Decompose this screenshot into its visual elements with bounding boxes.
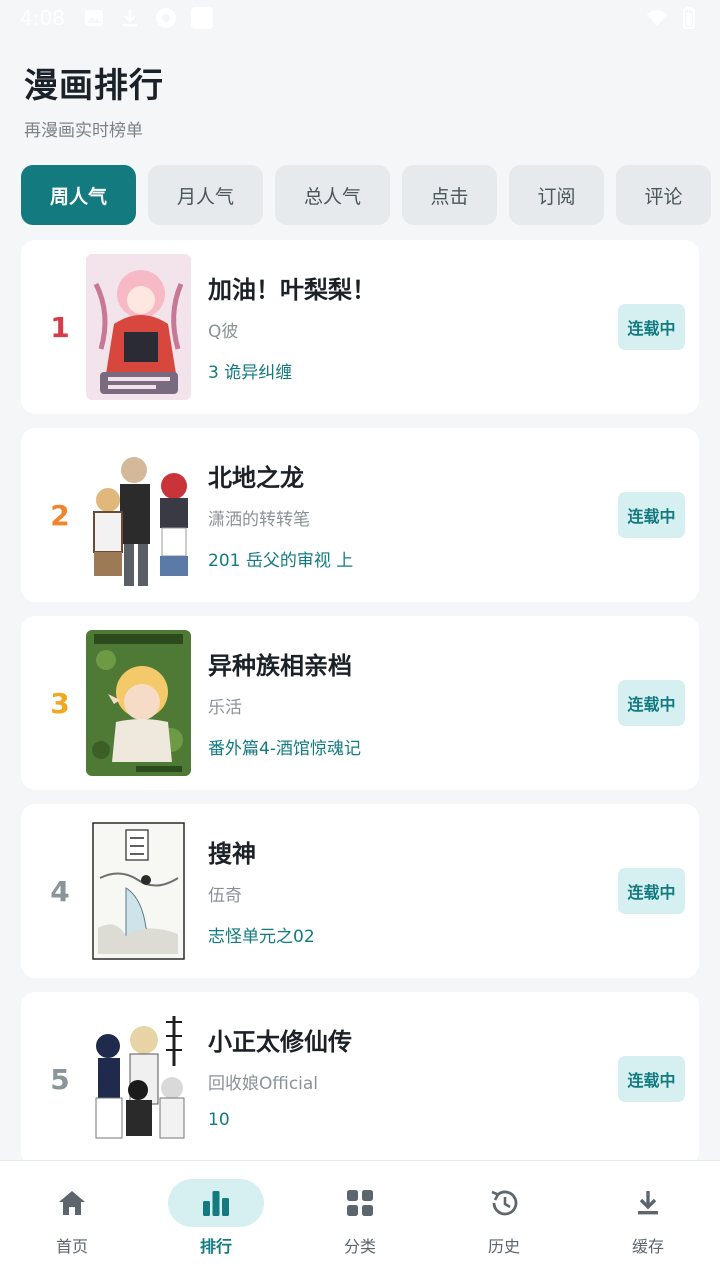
page-title: 漫画排行 [24, 66, 164, 106]
status-badge: 连载中 [618, 1056, 685, 1102]
ranking-tabs: 周人气 月人气 总人气 点击 订阅 评论 [21, 165, 720, 225]
comic-title: 北地之龙 [208, 464, 304, 492]
image-icon [83, 7, 105, 29]
comic-author: 伍奇 [208, 886, 242, 906]
status-badge: 连载中 [618, 304, 685, 350]
download-icon [600, 1179, 696, 1227]
status-icons-left [83, 7, 213, 29]
nav-item-category[interactable]: 分类 [288, 1161, 432, 1280]
tab-weekly-popularity[interactable]: 周人气 [21, 165, 136, 225]
comic-title: 搜神 [208, 840, 256, 868]
bar-chart-icon [168, 1179, 264, 1227]
tab-monthly-popularity[interactable]: 月人气 [148, 165, 263, 225]
latest-chapter[interactable]: 10 [208, 1110, 230, 1130]
comic-author: 乐活 [208, 698, 242, 718]
status-badge: 连载中 [618, 680, 685, 726]
comic-cover-image[interactable] [86, 630, 191, 776]
comic-list-item[interactable]: 5 小正太修仙传 回收娘Official 10 连载中 [21, 992, 699, 1166]
latest-chapter[interactable]: 201 岳父的审视 上 [208, 546, 353, 571]
history-icon [456, 1179, 552, 1227]
latest-chapter[interactable]: 志怪单元之02 [208, 922, 315, 947]
comic-list-item[interactable]: 3 异种族相亲档 乐活 番外篇4-酒馆惊魂记 连载中 [21, 616, 699, 790]
comic-cover-image[interactable] [86, 254, 191, 400]
nav-item-ranking[interactable]: 排行 [144, 1161, 288, 1280]
comic-list-item[interactable]: 4 搜神 伍奇 志怪单元之02 连载中 [21, 804, 699, 978]
grid-icon [312, 1179, 408, 1227]
aperture-icon [155, 7, 177, 29]
comic-author: Q彼 [208, 322, 239, 342]
nav-label: 分类 [343, 1237, 376, 1256]
comic-author: 潇洒的转转笔 [208, 510, 310, 530]
status-badge: 连载中 [618, 868, 685, 914]
nav-item-history[interactable]: 历史 [432, 1161, 576, 1280]
status-bar: 4:08 [0, 0, 720, 36]
tab-subscriptions[interactable]: 订阅 [509, 165, 604, 225]
comic-cover-image[interactable] [86, 818, 191, 964]
nav-item-home[interactable]: 首页 [0, 1161, 144, 1280]
comic-title: 加油！叶梨梨！ [208, 276, 376, 304]
comic-list-item[interactable]: 1 加油！叶梨梨！ Q彼 3 诡异纠缠 连载中 [21, 240, 699, 414]
latest-chapter[interactable]: 番外篇4-酒馆惊魂记 [208, 734, 361, 759]
home-icon [24, 1179, 120, 1227]
status-badge: 连载中 [618, 492, 685, 538]
nav-label: 历史 [487, 1237, 520, 1256]
nav-item-downloads[interactable]: 缓存 [576, 1161, 720, 1280]
comic-title: 异种族相亲档 [208, 652, 352, 680]
tab-comments[interactable]: 评论 [616, 165, 711, 225]
status-time: 4:08 [20, 6, 65, 30]
comic-list-item[interactable]: 2 北地之龙 潇洒的转转笔 201 岳父的审视 上 连载中 [21, 428, 699, 602]
battery-icon [678, 7, 700, 29]
latest-chapter[interactable]: 3 诡异纠缠 [208, 358, 292, 383]
wifi-icon [646, 7, 668, 29]
comic-author: 回收娘Official [208, 1074, 319, 1094]
comic-title: 小正太修仙传 [208, 1028, 352, 1056]
nav-label: 缓存 [631, 1237, 664, 1256]
comic-cover-image[interactable] [86, 442, 191, 588]
bottom-navigation: 首页 排行 分类 历史 缓存 [0, 1160, 720, 1280]
nav-label: 排行 [199, 1237, 232, 1256]
tab-total-popularity[interactable]: 总人气 [275, 165, 390, 225]
comic-cover-image[interactable] [86, 1006, 191, 1152]
download-icon [119, 7, 141, 29]
nav-label: 首页 [55, 1237, 88, 1256]
app-icon [190, 7, 213, 29]
page-subtitle: 再漫画实时榜单 [24, 121, 143, 141]
tab-clicks[interactable]: 点击 [402, 165, 497, 225]
status-icons-right [646, 7, 700, 29]
